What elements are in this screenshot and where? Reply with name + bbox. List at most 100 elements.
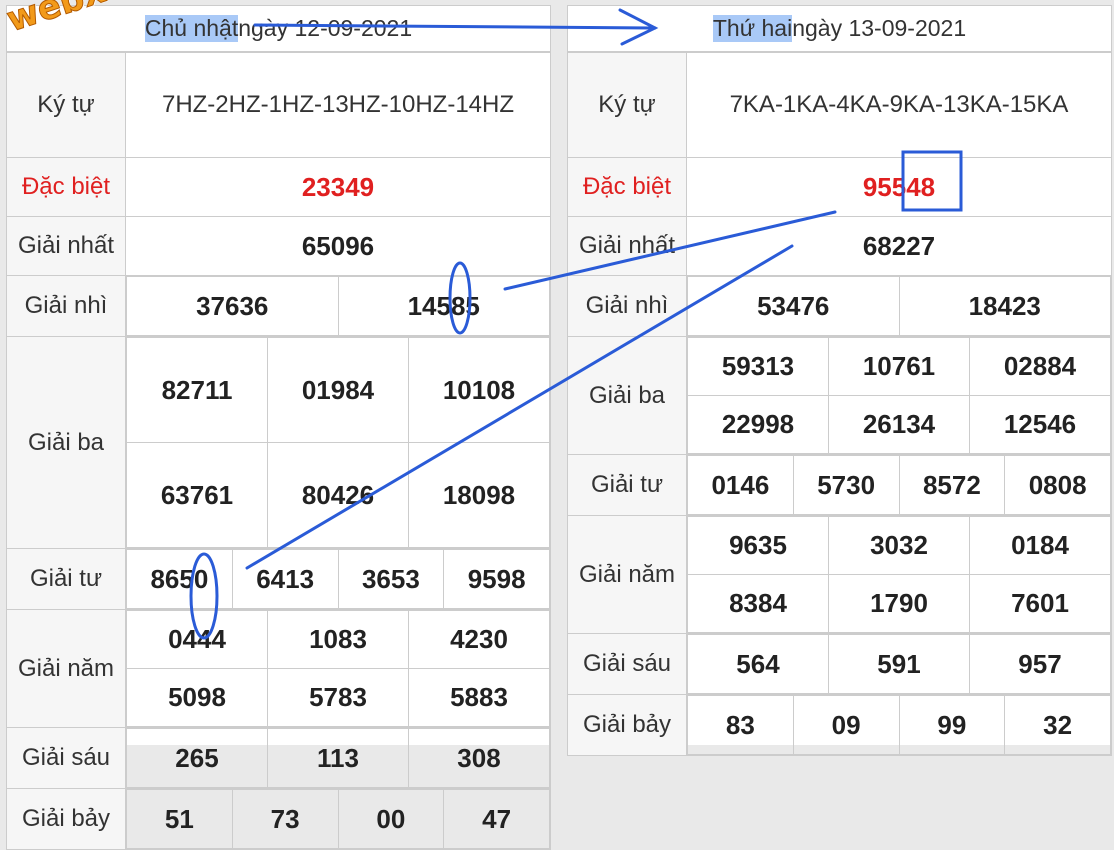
results-panel-right: Thứ hai ngày 13-09-2021 Ký tự 7KA-1KA-4K… (567, 5, 1112, 756)
row-kytu: Ký tự 7HZ-2HZ-1HZ-13HZ-10HZ-14HZ (6, 52, 551, 158)
prize-number: 8650 (126, 549, 233, 609)
label-sixth: Giải sáu (567, 633, 687, 695)
prize-number: 9635 (687, 516, 829, 575)
prize-number: 02884 (969, 337, 1111, 396)
prize-number: 00 (337, 789, 445, 849)
day-name-right: Thứ hai (712, 15, 793, 42)
prize-number: 5730 (792, 455, 900, 515)
prize-number: 53476 (687, 276, 900, 336)
results-table-right: Ký tự 7KA-1KA-4KA-9KA-13KA-15KA Đặc biệt… (567, 52, 1112, 756)
row-third: Giải ba 82711 01984 10108 63761 80426 18… (6, 336, 551, 549)
prize-number: 82711 (126, 337, 268, 443)
prize-number: 3032 (828, 516, 970, 575)
date-header-right: Thứ hai ngày 13-09-2021 (567, 5, 1112, 52)
prize-number: 51 (126, 789, 233, 849)
prize-number: 4230 (408, 610, 550, 669)
row-first: Giải nhất 65096 (6, 216, 551, 276)
prize-number: 18098 (408, 442, 550, 548)
prize-number: 5883 (408, 668, 550, 727)
prize-number: 957 (969, 634, 1111, 694)
prize-number: 01984 (267, 337, 409, 443)
prize-number: 59313 (687, 337, 829, 396)
prize-number: 0444 (126, 610, 268, 669)
prize-number: 6413 (231, 549, 339, 609)
label-second: Giải nhì (6, 275, 126, 337)
date-text-left: ngày 12-09-2021 (238, 15, 413, 41)
label-seventh: Giải bảy (6, 788, 126, 850)
label-special: Đặc biệt (6, 157, 126, 217)
row-second: Giải nhì 53476 18423 (567, 275, 1112, 337)
prize-number: 83 (687, 695, 794, 755)
prize-number: 99 (898, 695, 1006, 755)
special-prize: 23349 (125, 157, 551, 217)
prize-number: 308 (408, 728, 550, 788)
results-table-left: Ký tự 7HZ-2HZ-1HZ-13HZ-10HZ-14HZ Đặc biệ… (6, 52, 551, 850)
prize-number: 113 (267, 728, 409, 788)
prize-number: 47 (443, 789, 550, 849)
prize-number: 1790 (828, 574, 970, 633)
prize-number: 0808 (1004, 455, 1111, 515)
day-name-left: Chủ nhật (144, 15, 239, 42)
label-first: Giải nhất (6, 216, 126, 276)
row-third: Giải ba 59313 10761 02884 22998 26134 12… (567, 336, 1112, 455)
row-special: Đặc biệt 23349 (6, 157, 551, 217)
prize-number: 73 (231, 789, 339, 849)
label-fourth: Giải tư (567, 454, 687, 516)
date-text-right: ngày 13-09-2021 (792, 15, 967, 41)
prize-number: 10108 (408, 337, 550, 443)
row-fifth: Giải năm 9635 3032 0184 8384 1790 7601 (567, 515, 1112, 634)
prize-number: 37636 (126, 276, 339, 336)
row-sixth: Giải sáu 564 591 957 (567, 633, 1112, 695)
kytu-value: 7KA-1KA-4KA-9KA-13KA-15KA (686, 52, 1112, 158)
row-second: Giải nhì 37636 14585 (6, 275, 551, 337)
first-prize: 68227 (686, 216, 1112, 276)
prize-number: 3653 (337, 549, 445, 609)
label-first: Giải nhất (567, 216, 687, 276)
prize-number: 10761 (828, 337, 970, 396)
prize-number: 9598 (443, 549, 550, 609)
results-panel-left: Chủ nhật ngày 12-09-2021 Ký tự 7HZ-2HZ-1… (6, 5, 551, 850)
label-third: Giải ba (567, 336, 687, 455)
label-seventh: Giải bảy (567, 694, 687, 756)
prize-number: 26134 (828, 395, 970, 454)
prize-number: 1083 (267, 610, 409, 669)
label-fourth: Giải tư (6, 548, 126, 610)
prize-number: 0184 (969, 516, 1111, 575)
prize-number: 265 (126, 728, 268, 788)
row-first: Giải nhất 68227 (567, 216, 1112, 276)
row-special: Đặc biệt 95548 (567, 157, 1112, 217)
label-kytu: Ký tự (567, 52, 687, 158)
prize-number: 564 (687, 634, 829, 694)
row-seventh: Giải bảy 83 09 99 32 (567, 694, 1112, 756)
prize-number: 63761 (126, 442, 268, 548)
label-fifth: Giải năm (567, 515, 687, 634)
prize-number: 0146 (687, 455, 794, 515)
label-sixth: Giải sáu (6, 727, 126, 789)
kytu-value: 7HZ-2HZ-1HZ-13HZ-10HZ-14HZ (125, 52, 551, 158)
label-second: Giải nhì (567, 275, 687, 337)
prize-number: 5098 (126, 668, 268, 727)
special-prize: 95548 (686, 157, 1112, 217)
row-fourth: Giải tư 8650 6413 3653 9598 (6, 548, 551, 610)
label-special: Đặc biệt (567, 157, 687, 217)
row-fourth: Giải tư 0146 5730 8572 0808 (567, 454, 1112, 516)
prize-number: 591 (828, 634, 970, 694)
prize-number: 22998 (687, 395, 829, 454)
prize-number: 32 (1004, 695, 1111, 755)
prize-number: 7601 (969, 574, 1111, 633)
label-kytu: Ký tự (6, 52, 126, 158)
prize-number: 09 (792, 695, 900, 755)
row-fifth: Giải năm 0444 1083 4230 5098 5783 5883 (6, 609, 551, 728)
first-prize: 65096 (125, 216, 551, 276)
prize-number: 18423 (898, 276, 1111, 336)
prize-number: 12546 (969, 395, 1111, 454)
prize-number: 5783 (267, 668, 409, 727)
prize-number: 8572 (898, 455, 1006, 515)
row-sixth: Giải sáu 265 113 308 (6, 727, 551, 789)
row-seventh: Giải bảy 51 73 00 47 (6, 788, 551, 850)
prize-number: 14585 (337, 276, 550, 336)
label-third: Giải ba (6, 336, 126, 549)
prize-number: 8384 (687, 574, 829, 633)
label-fifth: Giải năm (6, 609, 126, 728)
row-kytu: Ký tự 7KA-1KA-4KA-9KA-13KA-15KA (567, 52, 1112, 158)
